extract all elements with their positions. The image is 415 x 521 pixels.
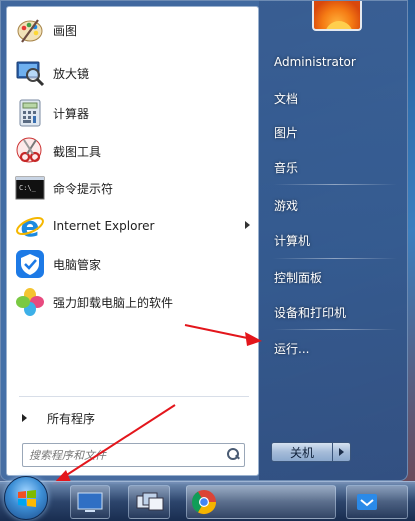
windows-logo-icon xyxy=(18,490,36,507)
program-label: 计算器 xyxy=(53,106,90,121)
user-name: Administrator xyxy=(274,55,356,69)
search-box[interactable] xyxy=(22,443,245,467)
devices-printers-link[interactable]: 设备和打印机 xyxy=(267,299,401,325)
program-label: 放大镜 xyxy=(53,66,90,81)
user-name-link[interactable]: Administrator xyxy=(267,49,401,75)
program-item-calculator[interactable]: 计算器 xyxy=(10,95,256,131)
program-label: 命令提示符 xyxy=(53,181,114,196)
divider xyxy=(273,258,397,259)
pictures-link[interactable]: 图片 xyxy=(267,119,401,145)
taskbar-chrome-window[interactable] xyxy=(186,485,336,519)
taskbar-show-desktop[interactable] xyxy=(70,485,110,519)
program-item-internet-explorer[interactable]: e Internet Explorer xyxy=(10,208,256,244)
search-input[interactable] xyxy=(23,445,222,465)
program-label: Internet Explorer xyxy=(53,219,155,233)
scissors-icon xyxy=(14,135,46,167)
shield-icon xyxy=(14,248,46,280)
control-panel-label: 控制面板 xyxy=(274,270,323,285)
divider xyxy=(273,184,397,185)
program-item-uninstaller[interactable]: 强力卸载电脑上的软件 xyxy=(10,284,256,320)
submenu-arrow-icon xyxy=(245,221,250,229)
shutdown-options-button[interactable] xyxy=(333,442,351,462)
program-item-command-prompt[interactable]: C:\_ 命令提示符 xyxy=(10,170,256,206)
start-button[interactable] xyxy=(4,476,48,520)
taskbar-switch-windows[interactable] xyxy=(128,485,170,519)
desktop-icon xyxy=(77,492,103,512)
magnifier-icon xyxy=(14,57,46,89)
all-programs-button[interactable]: 所有程序 xyxy=(10,405,256,431)
shutdown-button[interactable]: 关机 xyxy=(271,442,333,462)
cmd-icon: C:\_ xyxy=(14,172,46,204)
program-label: 截图工具 xyxy=(53,144,102,159)
svg-text:e: e xyxy=(21,211,40,241)
program-item-snipping-tool[interactable]: 截图工具 xyxy=(10,133,256,169)
pictures-label: 图片 xyxy=(274,125,299,140)
program-item-pc-manager[interactable]: 电脑管家 xyxy=(10,246,256,282)
triangle-right-icon xyxy=(22,414,27,422)
games-label: 游戏 xyxy=(274,198,299,213)
program-label: 强力卸载电脑上的软件 xyxy=(53,295,174,310)
devices-printers-label: 设备和打印机 xyxy=(274,305,347,320)
avatar[interactable] xyxy=(312,1,362,31)
program-label: 电脑管家 xyxy=(53,257,102,272)
start-menu-right-pane: Administrator 文档 图片 音乐 游戏 计算机 控制面板 设备和打印… xyxy=(259,1,407,480)
chrome-icon xyxy=(192,490,216,515)
taskbar xyxy=(0,476,415,521)
all-programs-label: 所有程序 xyxy=(47,411,96,426)
paint-icon xyxy=(14,14,46,46)
clover-icon xyxy=(14,286,46,318)
games-link[interactable]: 游戏 xyxy=(267,192,401,218)
divider xyxy=(19,396,249,397)
ie-icon: e xyxy=(14,210,46,242)
window-switch-icon xyxy=(136,492,164,511)
program-label: 画图 xyxy=(53,23,78,38)
start-menu: 画图 放大镜 计算器 截图工具 C:\_ 命令提示符 e Internet Ex… xyxy=(0,0,408,481)
start-menu-left-pane: 画图 放大镜 计算器 截图工具 C:\_ 命令提示符 e Internet Ex… xyxy=(6,6,259,476)
divider xyxy=(273,329,397,330)
program-item-paint[interactable]: 画图 xyxy=(10,12,256,48)
documents-label: 文档 xyxy=(274,91,299,106)
search-icon[interactable] xyxy=(222,444,244,466)
taskbar-app-window[interactable] xyxy=(346,485,408,519)
app-icon xyxy=(357,494,377,510)
program-item-magnifier[interactable]: 放大镜 xyxy=(10,55,256,91)
shutdown-group: 关机 xyxy=(271,442,351,462)
computer-link[interactable]: 计算机 xyxy=(267,227,401,253)
calculator-icon xyxy=(14,97,46,129)
music-link[interactable]: 音乐 xyxy=(267,154,401,180)
run-label: 运行... xyxy=(274,341,310,356)
documents-link[interactable]: 文档 xyxy=(267,85,401,111)
run-link[interactable]: 运行... xyxy=(267,335,401,361)
control-panel-link[interactable]: 控制面板 xyxy=(267,264,401,290)
music-label: 音乐 xyxy=(274,160,299,175)
svg-text:C:\_: C:\_ xyxy=(19,184,37,192)
triangle-right-icon xyxy=(339,448,344,456)
shutdown-label: 关机 xyxy=(289,445,314,460)
computer-label: 计算机 xyxy=(274,233,311,248)
